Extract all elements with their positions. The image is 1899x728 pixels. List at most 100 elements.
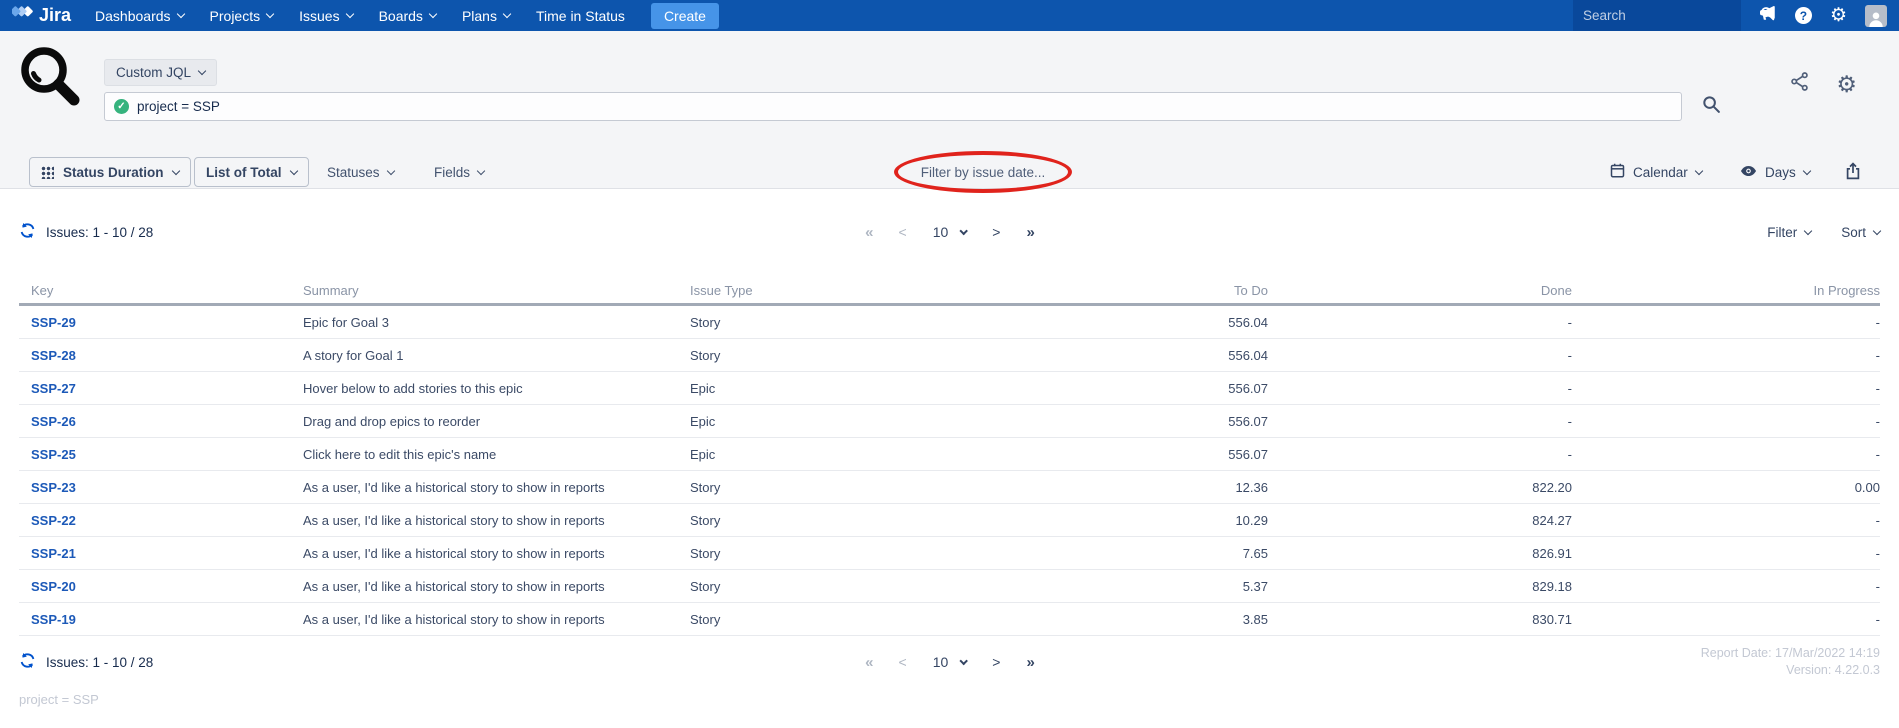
calendar-dropdown[interactable]: Calendar xyxy=(1610,157,1702,187)
done-cell: 829.18 xyxy=(1268,579,1572,594)
jql-query-input[interactable]: ✓ project = SSP xyxy=(104,92,1682,121)
nav-plans[interactable]: Plans xyxy=(462,8,510,24)
issue-key-link[interactable]: SSP-23 xyxy=(19,480,303,495)
issue-key-link[interactable]: SSP-20 xyxy=(19,579,303,594)
issue-type-cell: Epic xyxy=(690,447,970,462)
summary-cell: Drag and drop epics to reorder xyxy=(303,414,690,429)
run-query-search-icon[interactable] xyxy=(1702,95,1721,119)
table-header-row: Key Summary Issue Type To Do Done In Pro… xyxy=(19,277,1880,303)
share-icon[interactable] xyxy=(1789,71,1810,97)
issue-row: SSP-23 As a user, I'd like a historical … xyxy=(19,471,1880,504)
report-version: Version: 4.22.0.3 xyxy=(1701,662,1880,679)
column-header-in-progress: In Progress xyxy=(1572,283,1880,298)
to-do-cell: 556.04 xyxy=(970,348,1268,363)
chevron-down-icon xyxy=(1695,166,1703,174)
nav-right-cluster: ? ⚙ xyxy=(1573,0,1887,31)
to-do-cell: 12.36 xyxy=(970,480,1268,495)
refresh-icon[interactable] xyxy=(19,652,36,672)
done-cell: - xyxy=(1268,348,1572,363)
issue-key-link[interactable]: SSP-22 xyxy=(19,513,303,528)
statuses-dropdown[interactable]: Statuses xyxy=(327,157,394,187)
last-page-button[interactable]: » xyxy=(1026,654,1033,671)
next-page-button[interactable]: > xyxy=(992,654,1000,670)
page-size-dropdown[interactable]: 10 xyxy=(933,654,967,670)
first-page-button[interactable]: « xyxy=(865,654,872,671)
global-search-input[interactable] xyxy=(1583,8,1760,23)
sort-dropdown[interactable]: Sort xyxy=(1841,225,1880,240)
done-cell: 826.91 xyxy=(1268,546,1572,561)
chevron-down-icon xyxy=(959,226,967,234)
issue-key-link[interactable]: SSP-27 xyxy=(19,381,303,396)
summary-cell: Epic for Goal 3 xyxy=(303,315,690,330)
admin-gear-icon[interactable]: ⚙ xyxy=(1830,6,1847,25)
fields-dropdown[interactable]: Fields xyxy=(434,157,484,187)
issue-key-link[interactable]: SSP-25 xyxy=(19,447,303,462)
in-progress-cell: - xyxy=(1572,612,1880,627)
done-cell: - xyxy=(1268,447,1572,462)
nav-issues[interactable]: Issues xyxy=(299,8,352,24)
issue-type-cell: Story xyxy=(690,315,970,330)
issue-key-link[interactable]: SSP-21 xyxy=(19,546,303,561)
filter-dropdown[interactable]: Filter xyxy=(1767,225,1811,240)
nav-boards[interactable]: Boards xyxy=(379,8,436,24)
to-do-cell: 556.07 xyxy=(970,414,1268,429)
to-do-cell: 556.07 xyxy=(970,447,1268,462)
in-progress-cell: - xyxy=(1572,381,1880,396)
done-cell: 824.27 xyxy=(1268,513,1572,528)
issue-row: SSP-28 A story for Goal 1 Story 556.04 -… xyxy=(19,339,1880,372)
nav-time-in-status[interactable]: Time in Status xyxy=(536,8,625,24)
report-type-dropdown[interactable]: Status Duration xyxy=(29,157,191,187)
refresh-icon[interactable] xyxy=(19,222,36,242)
query-header-band: Custom JQL ✓ project = SSP ⚙ Status Dura… xyxy=(0,31,1899,189)
column-header-key: Key xyxy=(19,283,303,298)
export-button[interactable] xyxy=(1845,157,1861,187)
issue-date-filter[interactable]: Filter by issue date... xyxy=(900,157,1066,187)
chevron-down-icon xyxy=(959,656,967,664)
brand-text: Jira xyxy=(39,5,71,26)
issue-key-link[interactable]: SSP-29 xyxy=(19,315,303,330)
issue-key-link[interactable]: SSP-28 xyxy=(19,348,303,363)
chevron-down-icon xyxy=(503,10,511,18)
jira-logo[interactable]: Jira xyxy=(12,3,71,29)
to-do-cell: 5.37 xyxy=(970,579,1268,594)
pager-controls: « < 10 > » xyxy=(865,224,1034,241)
in-progress-cell: - xyxy=(1572,348,1880,363)
report-meta: Report Date: 17/Mar/2022 14:19 Version: … xyxy=(1701,645,1880,679)
next-page-button[interactable]: > xyxy=(992,224,1000,240)
issues-count-label: Issues: 1 - 10 / 28 xyxy=(19,222,153,242)
to-do-cell: 3.85 xyxy=(970,612,1268,627)
user-avatar[interactable] xyxy=(1865,5,1887,27)
chevron-down-icon xyxy=(477,166,485,174)
issue-row: SSP-22 As a user, I'd like a historical … xyxy=(19,504,1880,537)
issue-type-cell: Epic xyxy=(690,381,970,396)
summary-cell: A story for Goal 1 xyxy=(303,348,690,363)
first-page-button[interactable]: « xyxy=(865,224,872,241)
nav-dashboards[interactable]: Dashboards xyxy=(95,8,184,24)
help-icon[interactable]: ? xyxy=(1795,7,1812,24)
to-do-cell: 10.29 xyxy=(970,513,1268,528)
summary-cell: As a user, I'd like a historical story t… xyxy=(303,546,690,561)
query-mode-dropdown[interactable]: Custom JQL xyxy=(104,59,217,86)
in-progress-cell: - xyxy=(1572,447,1880,462)
in-progress-cell: - xyxy=(1572,414,1880,429)
summary-cell: Hover below to add stories to this epic xyxy=(303,381,690,396)
nav-projects[interactable]: Projects xyxy=(210,8,274,24)
to-do-cell: 7.65 xyxy=(970,546,1268,561)
page-size-dropdown[interactable]: 10 xyxy=(933,224,967,240)
report-date: Report Date: 17/Mar/2022 14:19 xyxy=(1701,645,1880,662)
settings-gear-icon[interactable]: ⚙ xyxy=(1836,73,1857,96)
issue-type-cell: Story xyxy=(690,612,970,627)
time-unit-dropdown[interactable]: Days xyxy=(1740,157,1810,187)
summary-cell: As a user, I'd like a historical story t… xyxy=(303,612,690,627)
done-cell: - xyxy=(1268,315,1572,330)
issue-key-link[interactable]: SSP-26 xyxy=(19,414,303,429)
global-search-box[interactable] xyxy=(1573,0,1741,31)
last-page-button[interactable]: » xyxy=(1026,224,1033,241)
announcements-icon[interactable] xyxy=(1759,5,1777,26)
issue-type-cell: Story xyxy=(690,348,970,363)
view-type-dropdown[interactable]: List of Total xyxy=(194,157,309,187)
prev-page-button[interactable]: < xyxy=(899,224,907,240)
prev-page-button[interactable]: < xyxy=(899,654,907,670)
create-button[interactable]: Create xyxy=(651,3,719,29)
issue-key-link[interactable]: SSP-19 xyxy=(19,612,303,627)
